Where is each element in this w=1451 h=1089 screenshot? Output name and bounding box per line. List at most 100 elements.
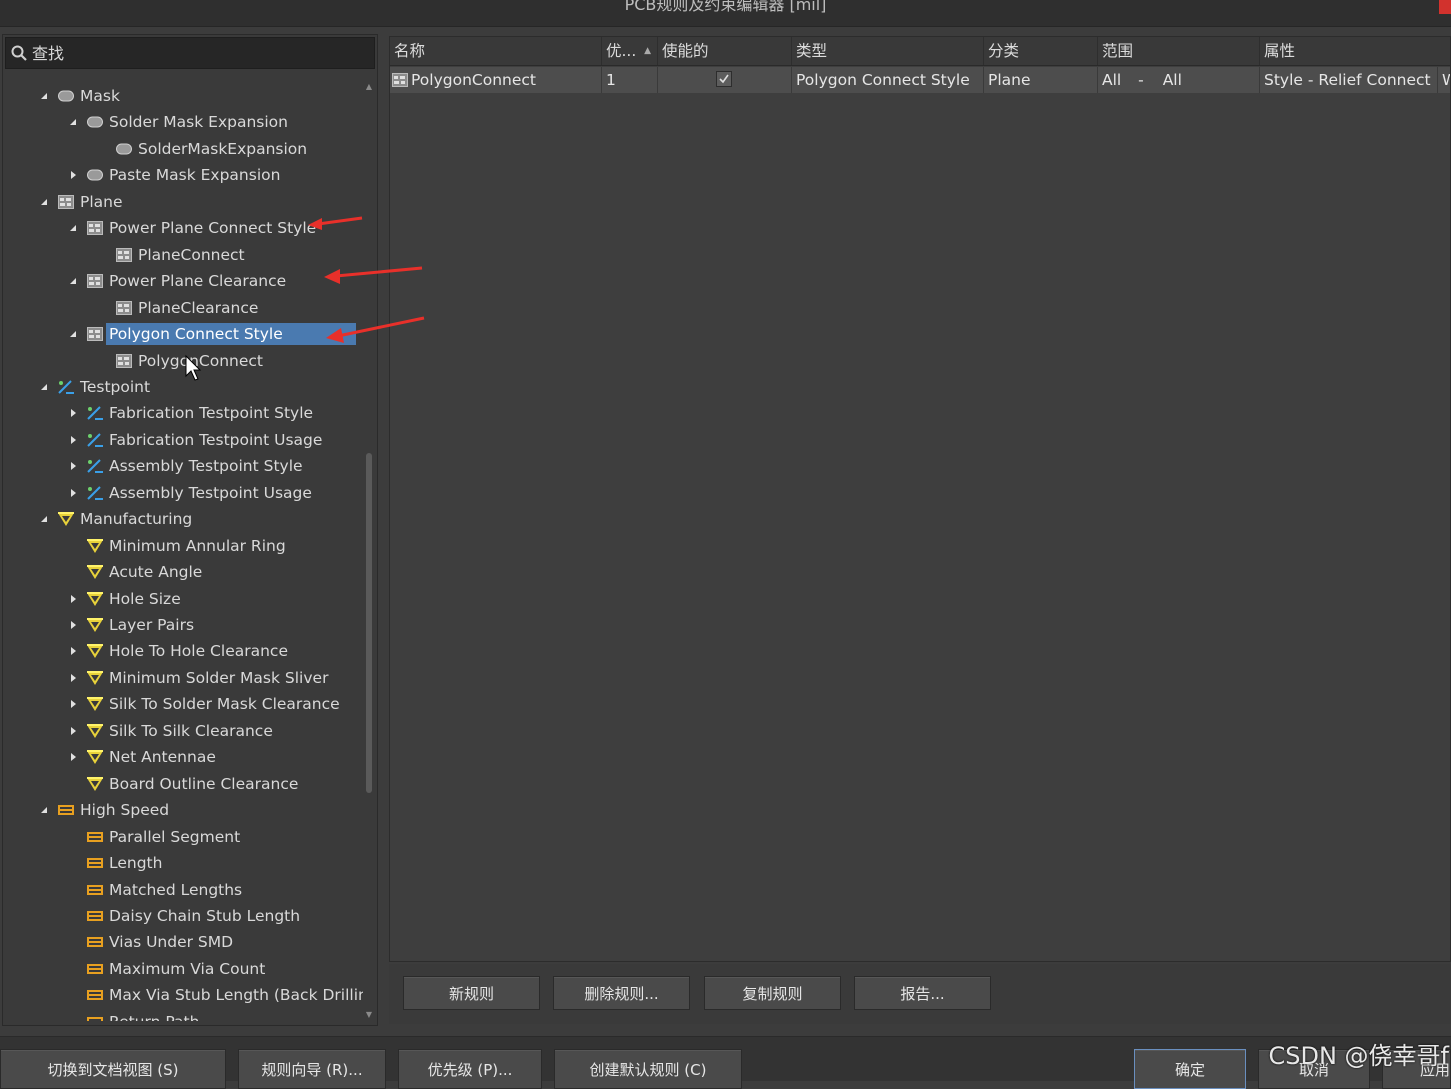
- copy-rule-button[interactable]: 复制规则: [704, 976, 841, 1010]
- close-button[interactable]: [1439, 0, 1451, 14]
- tree-item[interactable]: Power Plane Clearance: [3, 268, 363, 294]
- tree-item[interactable]: Plane: [3, 189, 363, 215]
- tree-item[interactable]: Testpoint: [3, 374, 363, 400]
- tree-item[interactable]: Polygon Connect Style: [3, 321, 363, 347]
- tree-item[interactable]: Board Outline Clearance: [3, 771, 363, 797]
- report-button[interactable]: 报告...: [854, 976, 991, 1010]
- tree-item[interactable]: High Speed: [3, 797, 363, 823]
- collapsed-triangle-icon[interactable]: [66, 638, 80, 664]
- ok-button[interactable]: 确定: [1134, 1049, 1246, 1089]
- tree-item[interactable]: Assembly Testpoint Style: [3, 453, 363, 479]
- table-row[interactable]: PolygonConnect 1 Polygon Connect Style P…: [390, 67, 1450, 93]
- tree-item[interactable]: Fabrication Testpoint Usage: [3, 427, 363, 453]
- tree-item-label: Fabrication Testpoint Style: [109, 404, 314, 423]
- collapsed-triangle-icon[interactable]: [66, 453, 80, 479]
- expanded-triangle-icon[interactable]: [37, 83, 51, 109]
- scroll-thumb[interactable]: [366, 453, 372, 793]
- tree-item[interactable]: Assembly Testpoint Usage: [3, 480, 363, 506]
- search-input[interactable]: [32, 43, 352, 63]
- plane-icon: [57, 194, 75, 210]
- create-default-rules-button[interactable]: 创建默认规则 (C): [554, 1049, 742, 1089]
- tree-item[interactable]: Max Via Stub Length (Back Drilling: [3, 982, 363, 1008]
- column-header-scope[interactable]: 范围: [1098, 37, 1260, 65]
- tree-item-label: Return Path: [106, 1011, 202, 1021]
- expanded-triangle-icon[interactable]: [66, 268, 80, 294]
- plane-icon: [392, 73, 408, 87]
- tree-item[interactable]: Minimum Solder Mask Sliver: [3, 665, 363, 691]
- column-header-priority[interactable]: 优... ▲: [602, 37, 658, 65]
- tree-item[interactable]: Return Path: [3, 1009, 363, 1021]
- tree-item[interactable]: Minimum Annular Ring: [3, 533, 363, 559]
- tree-item-label: Hole To Hole Clearance: [109, 642, 288, 661]
- scroll-down-icon[interactable]: ▼: [365, 1011, 373, 1019]
- rule-tree: Mask Solder Mask Expansion SolderMaskExpan…: [3, 81, 363, 1021]
- tree-item[interactable]: PlaneClearance: [3, 295, 363, 321]
- collapsed-triangle-icon[interactable]: [66, 586, 80, 612]
- column-header-type[interactable]: 类型: [792, 37, 984, 65]
- collapsed-triangle-icon[interactable]: [66, 744, 80, 770]
- tree-item[interactable]: Length: [3, 850, 363, 876]
- tree-item[interactable]: SolderMaskExpansion: [3, 136, 363, 162]
- collapsed-triangle-icon[interactable]: [66, 427, 80, 453]
- tree-item-label: Hole Size: [109, 589, 181, 608]
- expanded-triangle-icon[interactable]: [37, 797, 51, 823]
- tree-item[interactable]: Hole Size: [3, 586, 363, 612]
- tree-item[interactable]: Manufacturing: [3, 506, 363, 532]
- collapsed-triangle-icon[interactable]: [66, 665, 80, 691]
- tree-item-label: PolygonConnect: [138, 351, 263, 370]
- sort-asc-icon: ▲: [644, 46, 651, 56]
- tree-item[interactable]: Daisy Chain Stub Length: [3, 903, 363, 929]
- expanded-triangle-icon[interactable]: [66, 321, 80, 347]
- tree-item[interactable]: PolygonConnect: [3, 348, 363, 374]
- mask-icon: [86, 167, 104, 183]
- priority-button[interactable]: 优先级 (P)...: [398, 1049, 542, 1089]
- expanded-triangle-icon[interactable]: [37, 374, 51, 400]
- expanded-triangle-icon[interactable]: [66, 215, 80, 241]
- collapsed-triangle-icon[interactable]: [66, 400, 80, 426]
- tree-scrollbar[interactable]: ▲ ▼: [363, 81, 375, 1021]
- tree-item[interactable]: Silk To Silk Clearance: [3, 718, 363, 744]
- collapsed-triangle-icon[interactable]: [66, 718, 80, 744]
- tree-item[interactable]: Solder Mask Expansion: [3, 109, 363, 135]
- tree-item[interactable]: Acute Angle: [3, 559, 363, 585]
- tree-item[interactable]: Mask: [3, 83, 363, 109]
- rule-wizard-button[interactable]: 规则向导 (R)...: [238, 1049, 386, 1089]
- tree-item[interactable]: Vias Under SMD: [3, 929, 363, 955]
- expanded-triangle-icon[interactable]: [66, 109, 80, 135]
- collapsed-triangle-icon[interactable]: [66, 612, 80, 638]
- plane-icon: [115, 353, 133, 369]
- expanded-triangle-icon[interactable]: [37, 189, 51, 215]
- tree-item[interactable]: Fabrication Testpoint Style: [3, 400, 363, 426]
- tree-item[interactable]: Layer Pairs: [3, 612, 363, 638]
- mask-icon: [57, 88, 75, 104]
- tree-item[interactable]: Parallel Segment: [3, 824, 363, 850]
- column-header-name[interactable]: 名称: [390, 37, 602, 65]
- tree-item[interactable]: Net Antennae: [3, 744, 363, 770]
- collapsed-triangle-icon[interactable]: [66, 480, 80, 506]
- tree-item[interactable]: Silk To Solder Mask Clearance: [3, 691, 363, 717]
- tree-item[interactable]: Paste Mask Expansion: [3, 162, 363, 188]
- collapsed-triangle-icon[interactable]: [66, 691, 80, 717]
- tree-item-label: Parallel Segment: [109, 827, 241, 846]
- column-header-enabled[interactable]: 使能的: [658, 37, 792, 65]
- switch-document-view-button[interactable]: 切换到文档视图 (S): [0, 1049, 226, 1089]
- scroll-up-icon[interactable]: ▲: [365, 83, 373, 91]
- search-box[interactable]: [5, 37, 375, 69]
- tree-item[interactable]: Maximum Via Count: [3, 956, 363, 982]
- grid-button-bar: 新规则 删除规则... 复制规则 报告...: [389, 964, 1451, 1024]
- enabled-checkbox[interactable]: [716, 71, 732, 87]
- expanded-triangle-icon[interactable]: [37, 506, 51, 532]
- delete-rule-button[interactable]: 删除规则...: [553, 976, 690, 1010]
- tree-item[interactable]: Matched Lengths: [3, 877, 363, 903]
- tree-item[interactable]: PlaneConnect: [3, 242, 363, 268]
- collapsed-triangle-icon[interactable]: [66, 162, 80, 188]
- column-header-category[interactable]: 分类: [984, 37, 1098, 65]
- column-header-attribute[interactable]: 属性: [1260, 37, 1450, 65]
- tree-item[interactable]: Power Plane Connect Style: [3, 215, 363, 241]
- new-rule-button[interactable]: 新规则: [403, 976, 540, 1010]
- tree-item[interactable]: Hole To Hole Clearance: [3, 638, 363, 664]
- tree-item-label: Assembly Testpoint Usage: [109, 483, 312, 502]
